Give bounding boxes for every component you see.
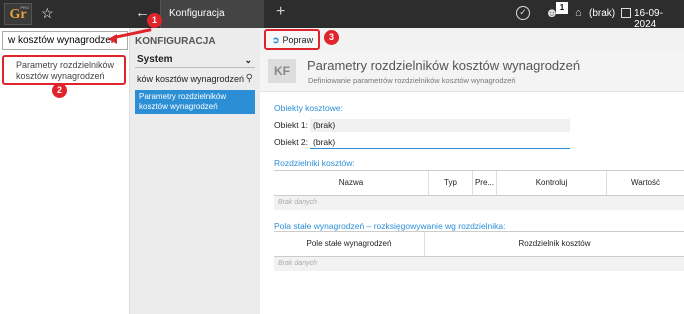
page-header: KF Parametry rozdzielników kosztów wynag…	[260, 52, 684, 92]
column-pre[interactable]: Pre...	[472, 171, 496, 195]
annotation-badge-1: 1	[147, 13, 162, 28]
annotation-badge-2: 2	[52, 83, 67, 98]
distributors-empty-row: Brak danych	[274, 196, 684, 210]
distributors-label: Rozdzielniki kosztów:	[274, 158, 355, 168]
app-logo[interactable]: Gr PRO	[4, 3, 32, 25]
check-circle-icon[interactable]: ✓	[516, 6, 530, 20]
fixed-fields-label: Pola stałe wynagrodzeń – rozksięgowywani…	[274, 221, 506, 231]
empty-data-text: Brak danych	[278, 260, 317, 267]
top-bar: Gr PRO ☆ ← Konfiguracja systemu + ✓ ☻ 1 …	[0, 0, 684, 47]
brush-icon: ➲	[272, 35, 280, 45]
config-panel-title: KONFIGURACJA	[135, 36, 216, 47]
new-tab-plus-icon[interactable]: +	[276, 3, 285, 21]
obiekt-2-row: Obiekt 2: (brak)	[274, 136, 594, 149]
config-tree-item-selected[interactable]: Parametry rozdzielników kosztów wynagrod…	[135, 90, 255, 114]
main-content: ➲ Popraw KF Parametry rozdzielników koszt…	[260, 28, 684, 314]
config-scope-value: System	[137, 54, 173, 65]
date-display[interactable]: 16-09-2024	[634, 8, 684, 30]
obiekt-1-row: Obiekt 1: (brak)	[274, 119, 594, 132]
column-typ[interactable]: Typ	[428, 171, 472, 195]
obiekt-2-label: Obiekt 2:	[274, 137, 309, 147]
config-scope-select[interactable]: System ⌄	[135, 52, 255, 68]
config-filter-value: ków kosztów wynagrodzeń	[137, 74, 245, 84]
form-code-icon: KF	[268, 59, 296, 83]
search-icon[interactable]: ⚲	[246, 71, 253, 87]
fixed-fields-table-header: Pole stałe wynagrodzeń Rozdzielnik koszt…	[274, 231, 684, 257]
column-nazwa[interactable]: Nazwa	[274, 171, 428, 195]
config-filter-input[interactable]: ków kosztów wynagrodzeń ⚲	[135, 71, 255, 87]
distributors-table: Nazwa Typ Pre... Kontroluj Wartość Brak …	[274, 170, 684, 210]
page-title: Parametry rozdzielników kosztów wynagrod…	[307, 58, 581, 73]
calendar-icon[interactable]	[621, 8, 631, 18]
distributors-table-header: Nazwa Typ Pre... Kontroluj Wartość	[274, 170, 684, 196]
context-icon[interactable]: ⌂	[575, 7, 582, 19]
column-pole-stale[interactable]: Pole stałe wynagrodzeń	[274, 232, 424, 256]
tab-konfiguracja-systemu[interactable]: Konfiguracja systemu	[160, 0, 264, 47]
search-result-item[interactable]: Parametry rozdzielników kosztów wynagrod…	[2, 55, 126, 85]
star-icon[interactable]: ☆	[41, 5, 54, 22]
menu-search-panel: w kosztów wynagrodzeń Parametry rozdziel…	[0, 28, 130, 314]
popraw-button[interactable]: ➲ Popraw	[264, 29, 320, 50]
user-count-badge: 1	[556, 2, 568, 14]
obiekt-1-label: Obiekt 1:	[274, 120, 309, 130]
config-tree-panel: KONFIGURACJA System ⌄ ków kosztów wynagr…	[130, 28, 260, 314]
logo-superscript: PRO	[20, 5, 29, 10]
fixed-fields-empty-row: Brak danych	[274, 257, 684, 271]
page-subtitle: Definiowanie parametrów rozdzielników ko…	[308, 76, 516, 85]
annotation-badge-3: 3	[324, 30, 339, 45]
column-kontroluj[interactable]: Kontroluj	[496, 171, 606, 195]
annotation-arrow-head	[108, 34, 117, 44]
context-value[interactable]: (brak)	[589, 8, 615, 19]
popraw-label: Popraw	[282, 35, 314, 45]
cost-objects-label: Obiekty kosztowe:	[274, 103, 343, 113]
fixed-fields-table: Pole stałe wynagrodzeń Rozdzielnik koszt…	[274, 231, 684, 271]
empty-data-text: Brak danych	[278, 199, 317, 206]
obiekt-2-field[interactable]: (brak)	[310, 136, 570, 149]
column-wartosc[interactable]: Wartość	[606, 171, 684, 195]
chevron-down-icon[interactable]: ⌄	[244, 52, 252, 68]
obiekt-1-field[interactable]: (brak)	[310, 119, 570, 132]
column-rozdzielnik[interactable]: Rozdzielnik kosztów	[424, 232, 684, 256]
